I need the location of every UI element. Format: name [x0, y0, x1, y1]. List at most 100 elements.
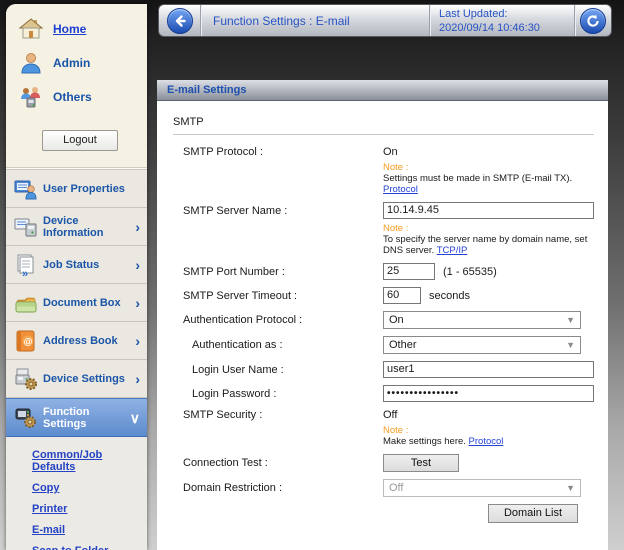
smtp-timeout-input[interactable]: 60: [383, 287, 421, 304]
row-auth-protocol: Authentication Protocol : On ▼: [173, 311, 594, 329]
panel-body: SMTP SMTP Protocol : On Note : Settings …: [157, 101, 608, 523]
domain-restriction-select: Off ▼: [383, 479, 581, 497]
last-updated: Last Updated: 2020/09/14 10:46:30: [429, 5, 574, 36]
field-label: SMTP Security :: [173, 409, 383, 421]
field-label: Login Password :: [173, 388, 383, 400]
field-label: Login User Name :: [173, 364, 383, 376]
last-updated-value: 2020/09/14 10:46:30: [439, 21, 540, 35]
selected-value: Off: [389, 482, 403, 494]
tcpip-link[interactable]: TCP/IP: [437, 245, 468, 256]
logout-button[interactable]: Logout: [42, 130, 118, 151]
menu-label: Address Book: [43, 335, 118, 347]
row-smtp-timeout: SMTP Server Timeout : 60 seconds: [173, 287, 594, 304]
row-login-password: Login Password : ••••••••••••••••: [173, 385, 594, 402]
sidebar-item-address-book[interactable]: @ Address Book ›: [6, 322, 147, 360]
field-label: Connection Test :: [173, 457, 383, 469]
protocol-link[interactable]: Protocol: [383, 184, 418, 195]
field-label: Authentication as :: [173, 339, 383, 351]
note-text: Make settings here. Protocol: [383, 436, 594, 447]
row-smtp-protocol: SMTP Protocol : On: [173, 146, 594, 158]
note-label: Note :: [383, 162, 594, 173]
header-bar: Function Settings : E-mail Last Updated:…: [158, 4, 612, 37]
test-button[interactable]: Test: [383, 454, 459, 472]
panel-title: E-mail Settings: [157, 80, 608, 101]
menu-label: Function Settings: [43, 406, 130, 430]
row-connection-test: Connection Test : Test: [173, 454, 594, 472]
menu-label: User Properties: [43, 183, 125, 195]
section-divider: [173, 134, 594, 135]
row-auth-as: Authentication as : Other ▼: [173, 336, 594, 354]
sidebar-item-device-information[interactable]: Device Information ›: [6, 208, 147, 246]
menu-label: Job Status: [43, 259, 99, 271]
auth-protocol-select[interactable]: On ▼: [383, 311, 581, 329]
submenu-link-printer[interactable]: Printer: [32, 503, 147, 515]
submenu-link-copy[interactable]: Copy: [32, 482, 147, 494]
row-login-user: Login User Name : user1: [173, 361, 594, 378]
auth-as-select[interactable]: Other ▼: [383, 336, 581, 354]
row-smtp-port: SMTP Port Number : 25 (1 - 65535): [173, 263, 594, 280]
refresh-icon: [586, 14, 600, 28]
field-label: Authentication Protocol :: [173, 314, 383, 326]
port-range-hint: (1 - 65535): [443, 266, 497, 278]
admin-user-icon: [18, 51, 44, 75]
field-label: SMTP Port Number :: [173, 266, 383, 278]
chevron-right-icon: ›: [135, 336, 147, 346]
login-user-name-input[interactable]: user1: [383, 361, 594, 378]
sidebar-item-user-properties[interactable]: User Properties: [6, 169, 147, 208]
smtp-security-value: Off: [383, 409, 397, 421]
domain-list-button[interactable]: Domain List: [488, 504, 578, 523]
refresh-button[interactable]: [580, 8, 606, 34]
note-smtp-security: Note : Make settings here. Protocol: [383, 425, 594, 447]
note-smtp-server-name: Note : To specify the server name by dom…: [383, 223, 594, 256]
last-updated-label: Last Updated:: [439, 7, 508, 21]
submenu-link-email[interactable]: E-mail: [32, 524, 147, 536]
sidebar-item-function-settings[interactable]: Function Settings ∨: [6, 398, 147, 437]
others-label: Others: [53, 90, 92, 104]
home-link-label: Home: [53, 22, 86, 36]
chevron-down-icon: ▼: [566, 483, 575, 493]
sidebar-item-admin[interactable]: Admin: [6, 46, 147, 80]
selected-value: Other: [389, 339, 417, 351]
sidebar-menu: User Properties Device Information › » J…: [6, 168, 147, 550]
protocol-link[interactable]: Protocol: [469, 436, 504, 447]
smtp-protocol-value: On: [383, 146, 398, 158]
field-label: Domain Restriction :: [173, 482, 383, 494]
job-status-icon: »: [13, 253, 39, 277]
sidebar: Home Admin Others Logout User Properties: [6, 4, 147, 550]
sidebar-item-device-settings[interactable]: Device Settings ›: [6, 360, 147, 398]
header-refresh-cell: [574, 5, 611, 36]
device-information-icon: [13, 215, 39, 239]
chevron-right-icon: ›: [135, 298, 147, 308]
note-label: Note :: [383, 223, 594, 234]
row-domain-restriction: Domain Restriction : Off ▼: [173, 479, 594, 497]
field-label: SMTP Protocol :: [173, 146, 383, 158]
back-button[interactable]: [167, 8, 193, 34]
login-password-input[interactable]: ••••••••••••••••: [383, 385, 594, 402]
address-book-icon: @: [13, 329, 39, 353]
chevron-down-icon: ∨: [130, 413, 147, 423]
admin-label: Admin: [53, 56, 90, 70]
note-text: Settings must be made in SMTP (E-mail TX…: [383, 173, 594, 184]
note-smtp-protocol: Note : Settings must be made in SMTP (E-…: [383, 162, 594, 195]
device-settings-icon: [13, 367, 39, 391]
smtp-server-name-input[interactable]: 10.14.9.45: [383, 202, 594, 219]
submenu-link-scan-to-folder[interactable]: Scan to Folder: [32, 545, 147, 550]
note-label: Note :: [383, 425, 594, 436]
field-label: SMTP Server Timeout :: [173, 290, 383, 302]
smtp-port-input[interactable]: 25: [383, 263, 435, 280]
email-settings-panel: E-mail Settings SMTP SMTP Protocol : On …: [157, 80, 608, 550]
menu-label: Device Settings: [43, 373, 125, 385]
svg-text:»: »: [22, 268, 28, 277]
row-smtp-server-name: SMTP Server Name : 10.14.9.45: [173, 202, 594, 219]
menu-label: Document Box: [43, 297, 121, 309]
sidebar-item-home[interactable]: Home: [6, 12, 147, 46]
sidebar-item-job-status[interactable]: » Job Status ›: [6, 246, 147, 284]
chevron-down-icon: ▼: [566, 340, 575, 350]
arrow-left-icon: [173, 14, 187, 28]
svg-text:@: @: [24, 336, 33, 346]
page-title: Function Settings : E-mail: [201, 14, 429, 28]
sidebar-item-others[interactable]: Others: [6, 80, 147, 114]
sidebar-item-document-box[interactable]: Document Box ›: [6, 284, 147, 322]
menu-label: Device Information: [43, 215, 135, 239]
submenu-link-common-job-defaults[interactable]: Common/Job Defaults: [32, 449, 147, 473]
